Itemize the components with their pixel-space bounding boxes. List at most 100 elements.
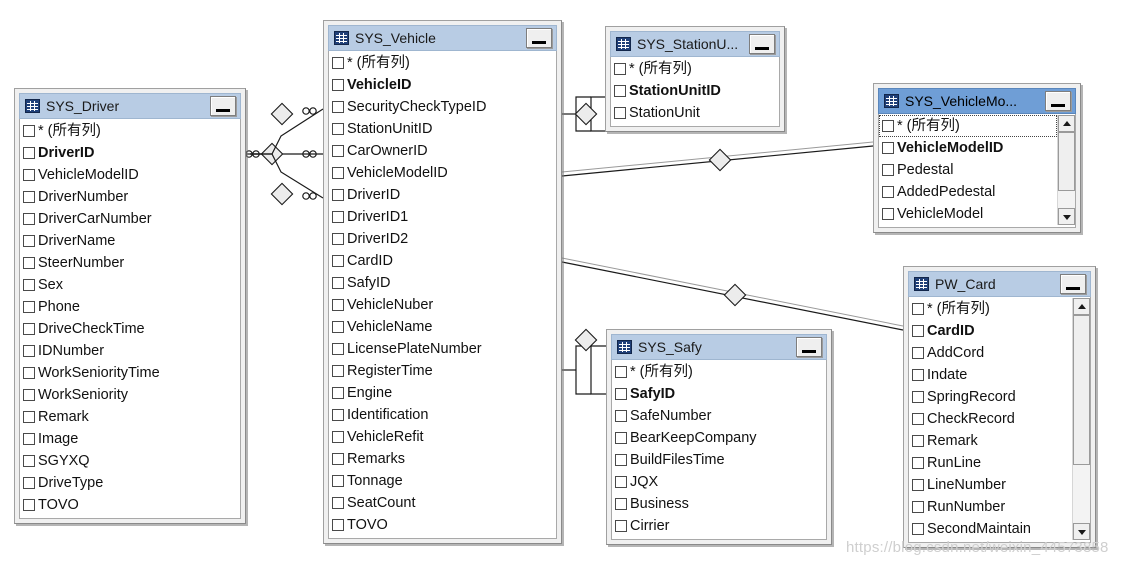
field-row[interactable]: * (所有列) xyxy=(20,120,240,142)
field-row[interactable]: DriverCarNumber xyxy=(20,208,240,230)
field-row[interactable]: RunNumber xyxy=(909,496,1072,518)
field-checkbox[interactable] xyxy=(615,454,627,466)
field-checkbox[interactable] xyxy=(912,303,924,315)
field-row[interactable]: Tonnage xyxy=(329,470,556,492)
field-row[interactable]: VehicleModel xyxy=(879,203,1057,225)
field-row[interactable]: DriverID2 xyxy=(329,228,556,250)
field-checkbox[interactable] xyxy=(332,145,344,157)
field-checkbox[interactable] xyxy=(332,101,344,113)
field-row[interactable]: TOVO xyxy=(329,514,556,536)
relationship-driver-vehicle-driverid2[interactable] xyxy=(250,153,324,206)
field-checkbox[interactable] xyxy=(23,411,35,423)
field-row[interactable]: Engine xyxy=(329,382,556,404)
field-checkbox[interactable] xyxy=(912,369,924,381)
minimize-icon[interactable] xyxy=(526,28,552,48)
field-row[interactable]: Image xyxy=(20,428,240,450)
field-row[interactable]: TOVO xyxy=(20,494,240,516)
field-row[interactable]: LineNumber xyxy=(909,474,1072,496)
minimize-icon[interactable] xyxy=(749,34,775,54)
scroll-down-icon[interactable] xyxy=(1073,523,1090,540)
field-checkbox[interactable] xyxy=(23,477,35,489)
field-row[interactable]: Remark xyxy=(20,406,240,428)
field-checkbox[interactable] xyxy=(615,366,627,378)
field-row[interactable]: * (所有列) xyxy=(612,361,826,383)
table-window-sys-vehiclemodel[interactable]: SYS_VehicleMo... * (所有列) VehicleModelID Ped… xyxy=(873,83,1081,233)
field-checkbox[interactable] xyxy=(332,387,344,399)
scroll-up-icon[interactable] xyxy=(1073,298,1090,315)
field-row[interactable]: SecondMaintain xyxy=(909,518,1072,540)
field-row[interactable]: Phone xyxy=(20,296,240,318)
field-row[interactable]: * (所有列) xyxy=(909,298,1072,320)
field-checkbox[interactable] xyxy=(23,279,35,291)
field-checkbox[interactable] xyxy=(332,123,344,135)
minimize-icon[interactable] xyxy=(1045,91,1071,111)
field-checkbox[interactable] xyxy=(882,186,894,198)
field-row[interactable]: CheckRecord xyxy=(909,408,1072,430)
field-checkbox[interactable] xyxy=(912,501,924,513)
scrollbar-thumb[interactable] xyxy=(1058,132,1075,192)
field-checkbox[interactable] xyxy=(332,57,344,69)
field-checkbox[interactable] xyxy=(23,257,35,269)
field-row[interactable]: * (所有列) xyxy=(329,52,556,74)
field-checkbox[interactable] xyxy=(332,475,344,487)
field-row[interactable]: SafyID xyxy=(612,383,826,405)
field-checkbox[interactable] xyxy=(23,213,35,225)
field-row[interactable]: VehicleID xyxy=(329,74,556,96)
table-titlebar-sys-driver[interactable]: SYS_Driver xyxy=(19,93,241,119)
field-checkbox[interactable] xyxy=(332,453,344,465)
table-titlebar-sys-safy[interactable]: SYS_Safy xyxy=(611,334,827,360)
field-checkbox[interactable] xyxy=(912,413,924,425)
field-row[interactable]: StationUnitID xyxy=(329,118,556,140)
field-checkbox[interactable] xyxy=(882,142,894,154)
field-checkbox[interactable] xyxy=(912,435,924,447)
field-checkbox[interactable] xyxy=(614,107,626,119)
field-row[interactable]: RegisterTime xyxy=(329,360,556,382)
field-checkbox[interactable] xyxy=(912,457,924,469)
field-row[interactable]: WorkSeniorityTime xyxy=(20,362,240,384)
scroll-down-icon[interactable] xyxy=(1058,208,1075,225)
field-checkbox[interactable] xyxy=(332,519,344,531)
table-titlebar-pw-card[interactable]: PW_Card xyxy=(908,271,1091,297)
field-checkbox[interactable] xyxy=(23,345,35,357)
field-row[interactable]: AddedPedestal xyxy=(879,181,1057,203)
table-window-sys-stationunit[interactable]: SYS_StationU... * (所有列) StationUnitID Stati… xyxy=(605,26,785,132)
field-checkbox[interactable] xyxy=(23,301,35,313)
relationship-vehicle-vehiclemodel[interactable] xyxy=(561,141,874,177)
field-checkbox[interactable] xyxy=(882,120,894,132)
relationship-vehicle-safy[interactable] xyxy=(562,328,606,395)
field-checkbox[interactable] xyxy=(332,365,344,377)
field-row[interactable]: VehicleNuber xyxy=(329,294,556,316)
field-checkbox[interactable] xyxy=(615,498,627,510)
field-row[interactable]: VehicleRefit xyxy=(329,426,556,448)
field-row[interactable]: JQX xyxy=(612,471,826,493)
relationship-vehicle-card[interactable] xyxy=(561,257,904,331)
table-window-pw-card[interactable]: PW_Card * (所有列) CardID AddCord Indate SpringR… xyxy=(903,266,1096,548)
field-row[interactable]: Pedestal xyxy=(879,159,1057,181)
field-row[interactable]: SafyID xyxy=(329,272,556,294)
field-checkbox[interactable] xyxy=(912,347,924,359)
field-checkbox[interactable] xyxy=(332,167,344,179)
field-checkbox[interactable] xyxy=(332,431,344,443)
table-titlebar-sys-vehiclemodel[interactable]: SYS_VehicleMo... xyxy=(878,88,1076,114)
field-checkbox[interactable] xyxy=(23,367,35,379)
field-checkbox[interactable] xyxy=(912,479,924,491)
field-checkbox[interactable] xyxy=(912,523,924,535)
field-checkbox[interactable] xyxy=(23,499,35,511)
minimize-icon[interactable] xyxy=(210,96,236,116)
field-row[interactable]: WorkSeniority xyxy=(20,384,240,406)
field-row[interactable]: BearKeepCompany xyxy=(612,427,826,449)
field-row[interactable]: SeatCount xyxy=(329,492,556,514)
field-checkbox[interactable] xyxy=(332,409,344,421)
field-checkbox[interactable] xyxy=(23,191,35,203)
field-row[interactable]: Remarks xyxy=(329,448,556,470)
field-row[interactable]: LicensePlateNumber xyxy=(329,338,556,360)
field-checkbox[interactable] xyxy=(882,208,894,220)
field-checkbox[interactable] xyxy=(615,520,627,532)
field-checkbox[interactable] xyxy=(615,476,627,488)
field-row[interactable]: DriveType xyxy=(20,472,240,494)
field-row[interactable]: SpringRecord xyxy=(909,386,1072,408)
field-row[interactable]: StationUnit xyxy=(611,102,779,124)
field-row[interactable]: Indate xyxy=(909,364,1072,386)
vertical-scrollbar[interactable] xyxy=(1057,115,1075,225)
field-row[interactable]: AddCord xyxy=(909,342,1072,364)
